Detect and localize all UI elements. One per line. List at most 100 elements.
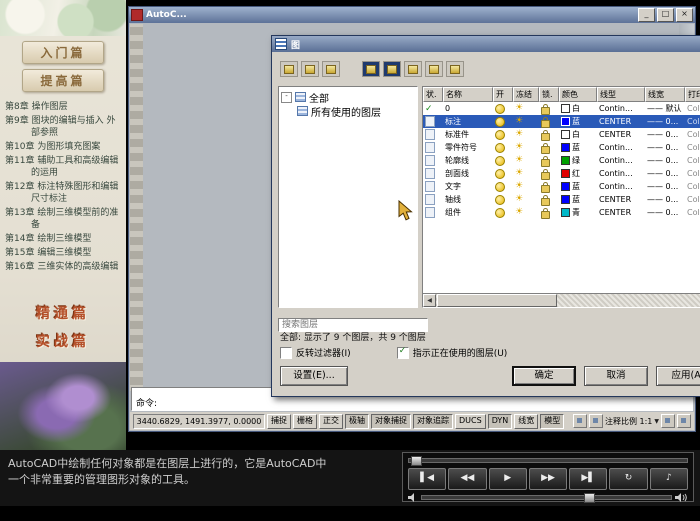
- layer-row[interactable]: 零件符号☀蓝Contin...—— 0...Color_5: [423, 141, 700, 154]
- layer-lock-icon[interactable]: [541, 133, 550, 141]
- tree-node-used[interactable]: 所有使用的图层: [281, 104, 415, 118]
- layer-on-icon[interactable]: [495, 117, 505, 127]
- minimize-button[interactable]: _: [638, 8, 655, 22]
- layer-color-swatch[interactable]: [561, 208, 570, 217]
- layer-color-swatch[interactable]: [561, 169, 570, 178]
- new-layer-frozen-icon[interactable]: [383, 61, 401, 77]
- layer-lock-icon[interactable]: [541, 211, 550, 219]
- layer-filter-tree[interactable]: - 全部 所有使用的图层: [278, 86, 418, 308]
- close-button[interactable]: ×: [676, 8, 693, 22]
- checkbox-box[interactable]: [397, 347, 409, 359]
- progress-track[interactable]: [408, 458, 688, 463]
- layer-color-swatch[interactable]: [561, 117, 570, 126]
- autocad-titlebar[interactable]: AutoC... _ □ ×: [129, 7, 695, 23]
- column-header[interactable]: 线宽: [645, 87, 685, 102]
- layer-on-icon[interactable]: [495, 208, 505, 218]
- layer-freeze-icon[interactable]: ☀: [515, 130, 523, 139]
- layer-row[interactable]: 文字☀蓝Contin...—— 0...Color_5: [423, 180, 700, 193]
- delete-layer-icon[interactable]: [404, 61, 422, 77]
- annotation-autoscale-icon[interactable]: [589, 414, 603, 428]
- layer-freeze-icon[interactable]: ☀: [515, 117, 523, 126]
- layer-row[interactable]: 剖面线☀红Contin...—— 0...Color_1: [423, 167, 700, 180]
- layer-states-manager-icon[interactable]: [322, 61, 340, 77]
- horizontal-scroll-thumb[interactable]: [437, 294, 557, 307]
- checkbox-box[interactable]: [280, 347, 292, 359]
- column-header[interactable]: 开: [493, 87, 513, 102]
- status-toggle[interactable]: 对象追踪: [413, 414, 453, 429]
- filter-checkbox[interactable]: 反转过滤器(I): [280, 346, 351, 359]
- chapter-item[interactable]: 第13章 绘制三维模型前的准备: [5, 207, 124, 231]
- filter-checkbox[interactable]: 指示正在使用的图层(U): [397, 346, 508, 359]
- status-toggle[interactable]: 正交: [319, 414, 343, 429]
- new-group-filter-icon[interactable]: [301, 61, 319, 77]
- layer-on-icon[interactable]: [495, 156, 505, 166]
- layer-lock-icon[interactable]: [541, 185, 550, 193]
- layer-lock-icon[interactable]: [541, 159, 550, 167]
- progress-thumb[interactable]: [411, 456, 422, 466]
- annotation-visibility-icon[interactable]: [573, 414, 587, 428]
- section-button-practice[interactable]: 实战篇: [18, 331, 108, 351]
- layer-freeze-icon[interactable]: ☀: [515, 169, 523, 178]
- status-toggle[interactable]: 栅格: [293, 414, 317, 429]
- volume-slider[interactable]: [408, 493, 688, 502]
- clean-screen-icon[interactable]: [677, 414, 691, 428]
- section-button-master[interactable]: 精通篇: [18, 303, 108, 323]
- column-header[interactable]: 打印.: [685, 87, 700, 102]
- layer-lock-icon[interactable]: [541, 198, 550, 206]
- chapter-item[interactable]: 第8章 操作图层: [5, 101, 124, 113]
- layer-on-icon[interactable]: [495, 104, 505, 114]
- chapter-item[interactable]: 第10章 为图形填充图案: [5, 141, 124, 153]
- chapter-item[interactable]: 第16章 三维实体的高级编辑: [5, 261, 124, 273]
- status-toggle[interactable]: 线宽: [514, 414, 538, 429]
- layer-color-swatch[interactable]: [561, 143, 570, 152]
- new-property-filter-icon[interactable]: [280, 61, 298, 77]
- layer-lock-icon[interactable]: [541, 146, 550, 154]
- new-layer-icon[interactable]: [362, 61, 380, 77]
- chapter-item[interactable]: 第15章 编辑三维模型: [5, 247, 124, 259]
- ok-button[interactable]: 确定: [512, 366, 576, 386]
- layer-row[interactable]: 组件☀青CENTER—— 0...Color_4: [423, 206, 700, 219]
- restore-button[interactable]: □: [657, 8, 674, 22]
- left-toolbar-strip[interactable]: [130, 24, 143, 391]
- layer-on-icon[interactable]: [495, 169, 505, 179]
- section-button-improve[interactable]: 提高篇: [22, 69, 104, 92]
- layer-freeze-icon[interactable]: ☀: [515, 208, 523, 217]
- column-header[interactable]: 颜色: [559, 87, 597, 102]
- scroll-left-icon[interactable]: ◀: [423, 294, 436, 307]
- layer-color-swatch[interactable]: [561, 130, 570, 139]
- progress-slider[interactable]: [408, 456, 688, 465]
- layer-freeze-icon[interactable]: ☀: [515, 104, 523, 113]
- cancel-button[interactable]: 取消: [584, 366, 648, 386]
- tree-node-all[interactable]: - 全部: [281, 90, 415, 104]
- layer-lock-icon[interactable]: [541, 120, 550, 128]
- column-header[interactable]: 线型: [597, 87, 645, 102]
- status-toggle[interactable]: 极轴: [345, 414, 369, 429]
- play-button[interactable]: ▶: [489, 468, 527, 490]
- layer-freeze-icon[interactable]: ☀: [515, 182, 523, 191]
- section-button-intro[interactable]: 入门篇: [22, 41, 104, 64]
- layer-row[interactable]: 标注☀蓝CENTER—— 0...Color_5: [423, 115, 700, 128]
- set-current-layer-icon[interactable]: [425, 61, 443, 77]
- layer-lock-icon[interactable]: [541, 107, 550, 115]
- layer-color-swatch[interactable]: [561, 195, 570, 204]
- skip-start-button[interactable]: ▌◀: [408, 468, 446, 490]
- layer-on-icon[interactable]: [495, 143, 505, 153]
- repeat-button[interactable]: ↻: [609, 468, 647, 490]
- horizontal-scrollbar[interactable]: ◀ ▶: [423, 293, 700, 307]
- column-header[interactable]: 锁.: [539, 87, 559, 102]
- column-header[interactable]: 状.: [423, 87, 443, 102]
- layer-color-swatch[interactable]: [561, 156, 570, 165]
- layer-color-swatch[interactable]: [561, 104, 570, 113]
- volume-track[interactable]: [421, 495, 672, 500]
- chapter-item[interactable]: 第12章 标注特殊图形和编辑尺寸标注: [5, 181, 124, 205]
- skip-end-button[interactable]: ▶▌: [569, 468, 607, 490]
- layer-row[interactable]: 标准件☀白CENTER—— 0...Color_7: [423, 128, 700, 141]
- audio-button[interactable]: ♪: [650, 468, 688, 490]
- fast-forward-button[interactable]: ▶▶: [529, 468, 567, 490]
- layer-color-swatch[interactable]: [561, 182, 570, 191]
- apply-button[interactable]: 应用(A): [656, 366, 700, 386]
- layer-freeze-icon[interactable]: ☀: [515, 143, 523, 152]
- dialog-titlebar[interactable]: 图 ? ×: [272, 36, 700, 52]
- layer-lock-icon[interactable]: [541, 172, 550, 180]
- volume-thumb[interactable]: [584, 493, 595, 503]
